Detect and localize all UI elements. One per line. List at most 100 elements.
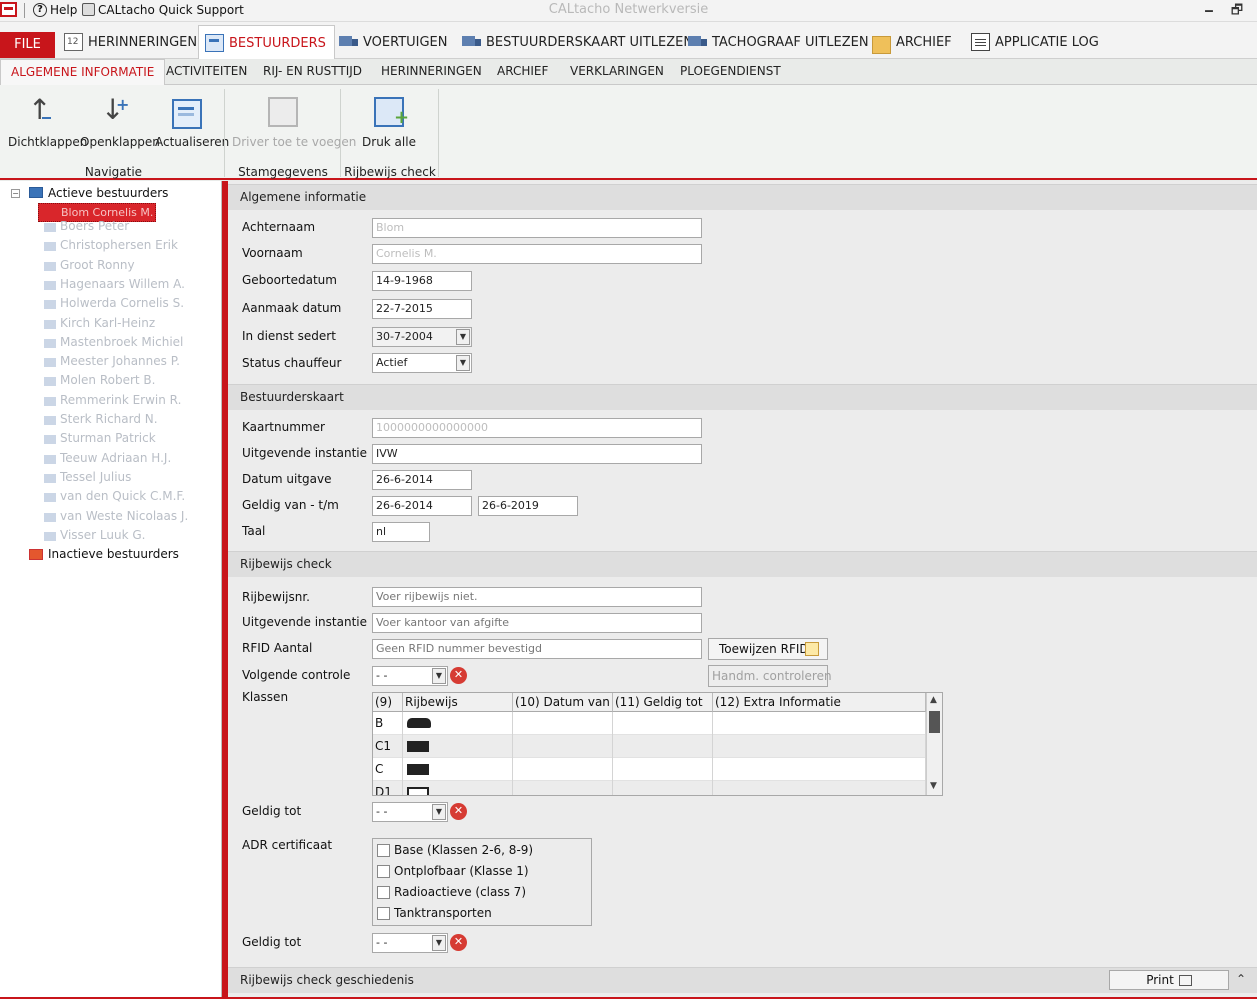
valid-until-cell[interactable] xyxy=(613,735,713,758)
manual-check-button[interactable]: Handm. controleren xyxy=(708,665,832,687)
adr-valid-until-label: Geldig tot xyxy=(242,935,302,949)
issue-date-field[interactable]: 26-6-2014 xyxy=(372,470,472,490)
employed-since-select[interactable]: 30-7-2004 ▼ xyxy=(372,327,472,347)
extra-info-cell[interactable] xyxy=(713,712,926,735)
subtab-ploegendienst[interactable]: PLOEGENDIENST xyxy=(670,59,791,85)
tab-archief[interactable]: ARCHIEF xyxy=(872,25,952,59)
next-check-date[interactable]: - - ▼ xyxy=(372,666,448,686)
extra-info-cell[interactable] xyxy=(713,758,926,781)
date-from-cell[interactable] xyxy=(513,712,613,735)
valid-from-field[interactable]: 26-6-2014 xyxy=(372,496,472,516)
grid-header-license[interactable]: Rijbewijs xyxy=(403,693,513,712)
print-all-button[interactable]: Druk alle xyxy=(360,97,418,149)
dropdown-arrow-icon[interactable]: ▼ xyxy=(432,668,446,684)
status-select[interactable]: Actief ▼ xyxy=(372,353,472,373)
date-from-cell[interactable] xyxy=(513,758,613,781)
clear-date-icon[interactable]: ✕ xyxy=(450,667,467,684)
tab-herinneringen[interactable]: HERINNERINGEN xyxy=(64,25,197,59)
print-button[interactable]: Print xyxy=(1109,970,1229,990)
valid-until-date[interactable]: - - ▼ xyxy=(372,802,448,822)
tab-bestuurderskaart-uitlezen[interactable]: BESTUURDERSKAART UITLEZEN xyxy=(462,25,693,59)
rfid-count-field[interactable]: Geen RFID nummer bevestigd xyxy=(372,639,702,659)
table-row[interactable]: B xyxy=(373,712,926,735)
language-field[interactable]: nl xyxy=(372,522,430,542)
grid-header-9[interactable]: (9) xyxy=(373,693,403,712)
extra-info-cell[interactable] xyxy=(713,735,926,758)
subtab-herinneringen[interactable]: HERINNERINGEN xyxy=(371,59,492,85)
scroll-up-icon[interactable]: ▲ xyxy=(930,695,937,705)
birthdate-field[interactable]: 14-9-1968 xyxy=(372,271,472,291)
table-row[interactable]: D1 xyxy=(373,781,926,795)
truck-icon xyxy=(407,741,429,752)
extra-info-cell[interactable] xyxy=(713,781,926,795)
dropdown-arrow-icon[interactable]: ▼ xyxy=(456,329,470,345)
checkbox[interactable] xyxy=(377,865,390,878)
subtab-activiteiten[interactable]: ACTIVITEITEN xyxy=(156,59,257,85)
subtab-rij-en-rusttijd[interactable]: RIJ- EN RUSTTIJD xyxy=(253,59,372,85)
license-number-input[interactable]: Voer rijbewijs niet. xyxy=(372,587,702,607)
minimize-button[interactable]: 🗕 xyxy=(1202,1,1216,18)
valid-until-cell[interactable] xyxy=(613,781,713,795)
scroll-thumb[interactable] xyxy=(929,711,940,733)
adr-valid-until-date[interactable]: - - ▼ xyxy=(372,933,448,953)
next-check-value: - - xyxy=(376,669,388,682)
section-general-info[interactable]: Algemene informatie xyxy=(228,184,1257,210)
date-from-cell[interactable] xyxy=(513,781,613,795)
section-license-check[interactable]: Rijbewijs check xyxy=(228,551,1257,577)
section-license-history[interactable]: Rijbewijs check geschiedenis xyxy=(228,967,1257,993)
grid-header-date-from[interactable]: (10) Datum van d... xyxy=(513,693,613,712)
subtab-verklaringen[interactable]: VERKLARINGEN xyxy=(560,59,674,85)
driver-icon xyxy=(44,377,56,387)
dropdown-arrow-icon[interactable]: ▼ xyxy=(432,935,446,951)
selected-driver-label: Blom Cornelis M. xyxy=(61,206,154,219)
tree-collapse-toggle[interactable]: − xyxy=(11,189,20,198)
tab-applicatie-log[interactable]: APPLICATIE LOG xyxy=(971,25,1099,59)
grid-scrollbar[interactable]: ▲ ▼ xyxy=(926,693,942,795)
created-date-field[interactable]: 22-7-2015 xyxy=(372,299,472,319)
license-issuer-input[interactable]: Voer kantoor van afgifte xyxy=(372,613,702,633)
driver-name: Christophersen Erik xyxy=(60,238,178,253)
archive-icon xyxy=(872,36,891,54)
lastname-field[interactable]: Blom xyxy=(372,218,702,238)
checkbox[interactable] xyxy=(377,907,390,920)
dropdown-arrow-icon[interactable]: ▼ xyxy=(432,804,446,820)
tab-voertuigen[interactable]: VOERTUIGEN xyxy=(339,25,448,59)
assign-rfid-button[interactable]: Toewijzen RFID xyxy=(708,638,828,660)
firstname-field[interactable]: Cornelis M. xyxy=(372,244,702,264)
dropdown-arrow-icon[interactable]: ▼ xyxy=(456,355,470,371)
scroll-down-icon[interactable]: ▼ xyxy=(930,781,937,791)
valid-until-cell[interactable] xyxy=(613,712,713,735)
tree-node-active-drivers[interactable]: Actieve bestuurders xyxy=(48,186,168,200)
tab-tachograaf-uitlezen[interactable]: TACHOGRAAF UITLEZEN xyxy=(688,25,869,59)
grid-header-extra-info[interactable]: (12) Extra Informatie xyxy=(713,693,926,712)
add-driver-button[interactable]: Driver toe te voegen xyxy=(232,97,356,149)
grid-header-valid-until[interactable]: (11) Geldig tot xyxy=(613,693,713,712)
restore-button[interactable]: 🗗 xyxy=(1230,1,1244,18)
card-issuer-field[interactable]: IVW xyxy=(372,444,702,464)
checkbox[interactable] xyxy=(377,886,390,899)
section-driver-card[interactable]: Bestuurderskaart xyxy=(228,384,1257,410)
title-bar: ? Help CALtacho Quick Support CALtacho N… xyxy=(0,0,1257,22)
subtab-archief[interactable]: ARCHIEF xyxy=(487,59,558,85)
collapse-section-icon[interactable]: ⌃ xyxy=(1236,972,1246,986)
table-row[interactable]: C1 xyxy=(373,735,926,758)
valid-to-field[interactable]: 26-6-2019 xyxy=(478,496,578,516)
tab-label: BESTUURDERSKAART UITLEZEN xyxy=(486,34,694,50)
table-row[interactable]: C xyxy=(373,758,926,781)
driver-name: Teeuw Adriaan H.J. xyxy=(60,450,172,465)
collapse-button[interactable]: Dichtklappen xyxy=(8,93,87,149)
valid-until-cell[interactable] xyxy=(613,758,713,781)
card-number-field[interactable]: 1000000000000000 xyxy=(372,418,702,438)
clear-date-icon[interactable]: ✕ xyxy=(450,934,467,951)
file-tab[interactable]: FILE xyxy=(0,32,55,58)
tab-bestuurders[interactable]: BESTUURDERS xyxy=(198,25,335,60)
driver-name: Tessel Julius xyxy=(60,469,132,484)
date-from-cell[interactable] xyxy=(513,735,613,758)
refresh-button[interactable]: Actualiseren xyxy=(155,99,229,149)
subtab-algemene-informatie[interactable]: ALGEMENE INFORMATIE xyxy=(0,59,166,86)
tree-node-inactive-drivers[interactable]: Inactieve bestuurders xyxy=(48,547,179,561)
driver-name: Remmerink Erwin R. xyxy=(60,392,182,407)
checkbox[interactable] xyxy=(377,844,390,857)
expand-button[interactable]: Openklappen xyxy=(80,93,160,149)
clear-date-icon[interactable]: ✕ xyxy=(450,803,467,820)
